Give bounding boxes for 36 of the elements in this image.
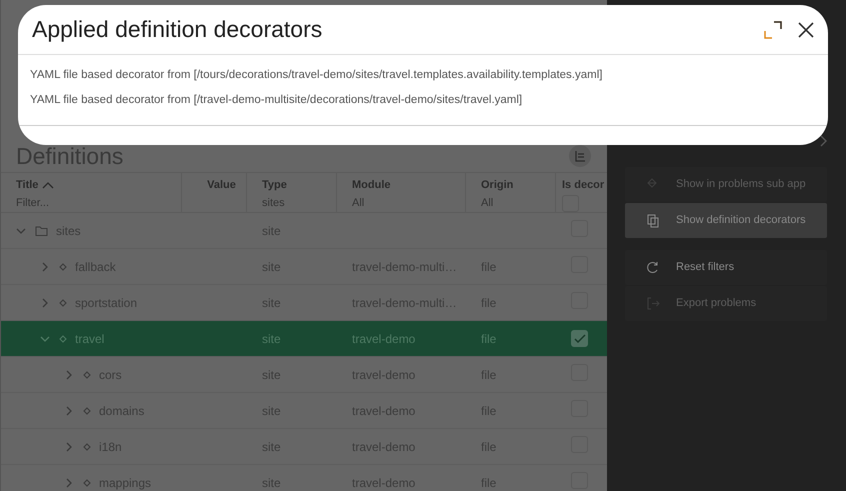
- checkmark-icon: [574, 334, 586, 342]
- node-icon: [83, 406, 91, 414]
- chevron-right-icon[interactable]: [66, 370, 72, 380]
- chevron-down-icon[interactable]: [40, 336, 50, 342]
- chevron-right-icon[interactable]: [42, 262, 48, 272]
- chevron-right-icon[interactable]: [66, 406, 72, 416]
- chevron-right-icon[interactable]: [820, 135, 828, 147]
- column-header[interactable]: Origin: [481, 177, 514, 194]
- node-icon: [83, 442, 91, 450]
- folder-icon: [35, 224, 48, 236]
- action-button[interactable]: Show definition decorators: [625, 203, 827, 238]
- column-header[interactable]: Title: [16, 177, 38, 194]
- copy-icon: [647, 214, 660, 228]
- dialog-title: Applied definition decorators: [32, 16, 322, 44]
- chevron-right-icon[interactable]: [66, 478, 72, 488]
- reset-icon: [647, 260, 660, 274]
- chevron-right-icon[interactable]: [42, 298, 48, 308]
- columns-toggle-icon[interactable]: [569, 145, 591, 167]
- node-icon: [83, 478, 91, 486]
- node-icon: [59, 262, 67, 270]
- sort-ascending-icon[interactable]: [42, 181, 54, 190]
- export-icon: [647, 296, 660, 310]
- chevron-right-icon[interactable]: [66, 442, 72, 452]
- column-header[interactable]: Module: [352, 177, 390, 194]
- node-icon: [83, 370, 91, 378]
- column-header[interactable]: Type: [262, 177, 287, 194]
- decorator-line: YAML file based decorator from [/tours/decorations/travel-demo/sites/travel.templates.availability.templates.yaml]: [30, 68, 604, 83]
- maximize-icon[interactable]: [764, 20, 782, 38]
- decorator-line: YAML file based decorator from [/travel-demo-multisite/decorations/travel-demo/sites/travel.yaml]: [30, 93, 524, 108]
- node-icon: [59, 298, 67, 306]
- column-header[interactable]: Is decor: [562, 177, 604, 194]
- checkbox[interactable]: [571, 330, 588, 346]
- column-header[interactable]: Value: [207, 177, 236, 194]
- chevron-down-icon[interactable]: [16, 228, 26, 234]
- node-icon: [59, 334, 67, 342]
- close-icon[interactable]: [798, 22, 814, 38]
